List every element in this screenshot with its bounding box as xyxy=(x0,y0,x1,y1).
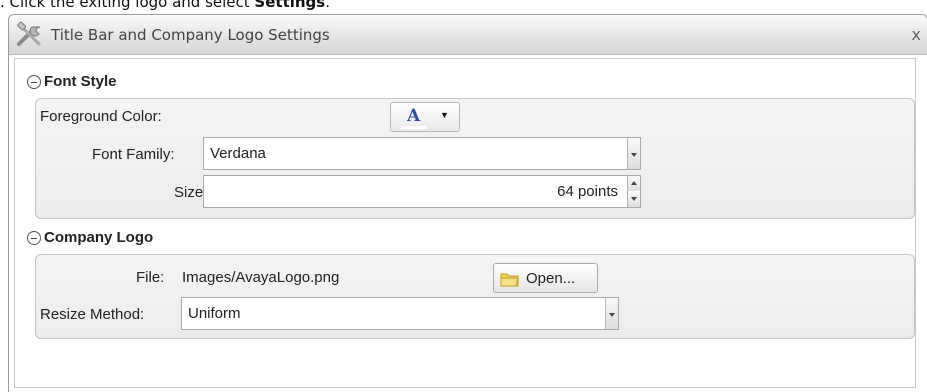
dropdown-arrow-icon[interactable] xyxy=(605,298,618,329)
file-path: Images/AvayaLogo.png xyxy=(182,269,340,286)
dropdown-arrow-icon: ▼ xyxy=(440,110,449,120)
dialog-content: Font Style Foreground Color: A ▼ Font Fa… xyxy=(14,58,916,388)
font-family-label: Font Family: xyxy=(92,146,175,163)
foreground-color-label: Foreground Color: xyxy=(40,108,162,125)
instruction-text: . Click the exiting logo and select Sett… xyxy=(0,0,330,11)
dialog-title: Title Bar and Company Logo Settings xyxy=(51,26,330,44)
foreground-color-picker[interactable]: A ▼ xyxy=(390,102,460,132)
font-color-glyph: A xyxy=(407,106,421,126)
resize-method-value: Uniform xyxy=(188,305,241,322)
folder-icon xyxy=(500,273,519,287)
font-style-header[interactable]: Font Style xyxy=(27,73,117,90)
spin-up-icon[interactable] xyxy=(627,176,640,192)
instruction-prefix: . Click the exiting logo and select xyxy=(0,0,255,11)
settings-dialog: Title Bar and Company Logo Settings x Fo… xyxy=(8,14,927,392)
title-bar[interactable]: Title Bar and Company Logo Settings x xyxy=(9,15,927,55)
open-button-label: Open... xyxy=(526,270,576,287)
instruction-bold: Settings xyxy=(254,0,326,11)
font-family-value: Verdana xyxy=(210,145,266,162)
open-button[interactable]: Open... xyxy=(493,263,598,293)
instruction-suffix: . xyxy=(325,0,331,11)
close-icon[interactable]: x xyxy=(912,25,921,44)
font-family-select[interactable]: Verdana xyxy=(203,137,641,170)
collapse-icon[interactable] xyxy=(27,74,41,89)
company-logo-group: File: Images/AvayaLogo.png Open... Resiz… xyxy=(35,254,915,339)
size-spinner[interactable]: 64 points xyxy=(203,175,641,208)
font-style-group: Foreground Color: A ▼ Font Family: Verda… xyxy=(35,98,915,219)
collapse-icon[interactable] xyxy=(27,230,41,245)
dropdown-arrow-icon[interactable] xyxy=(627,138,640,169)
company-logo-header-label: Company Logo xyxy=(44,229,154,246)
file-label: File: xyxy=(136,269,165,286)
size-value: 64 points xyxy=(557,183,618,200)
resize-method-label: Resize Method: xyxy=(40,306,145,323)
color-swatch xyxy=(401,126,427,129)
tools-icon xyxy=(17,21,41,46)
font-style-header-label: Font Style xyxy=(44,73,117,90)
company-logo-header[interactable]: Company Logo xyxy=(27,229,153,246)
resize-method-select[interactable]: Uniform xyxy=(181,297,619,330)
spin-down-icon[interactable] xyxy=(627,191,640,207)
